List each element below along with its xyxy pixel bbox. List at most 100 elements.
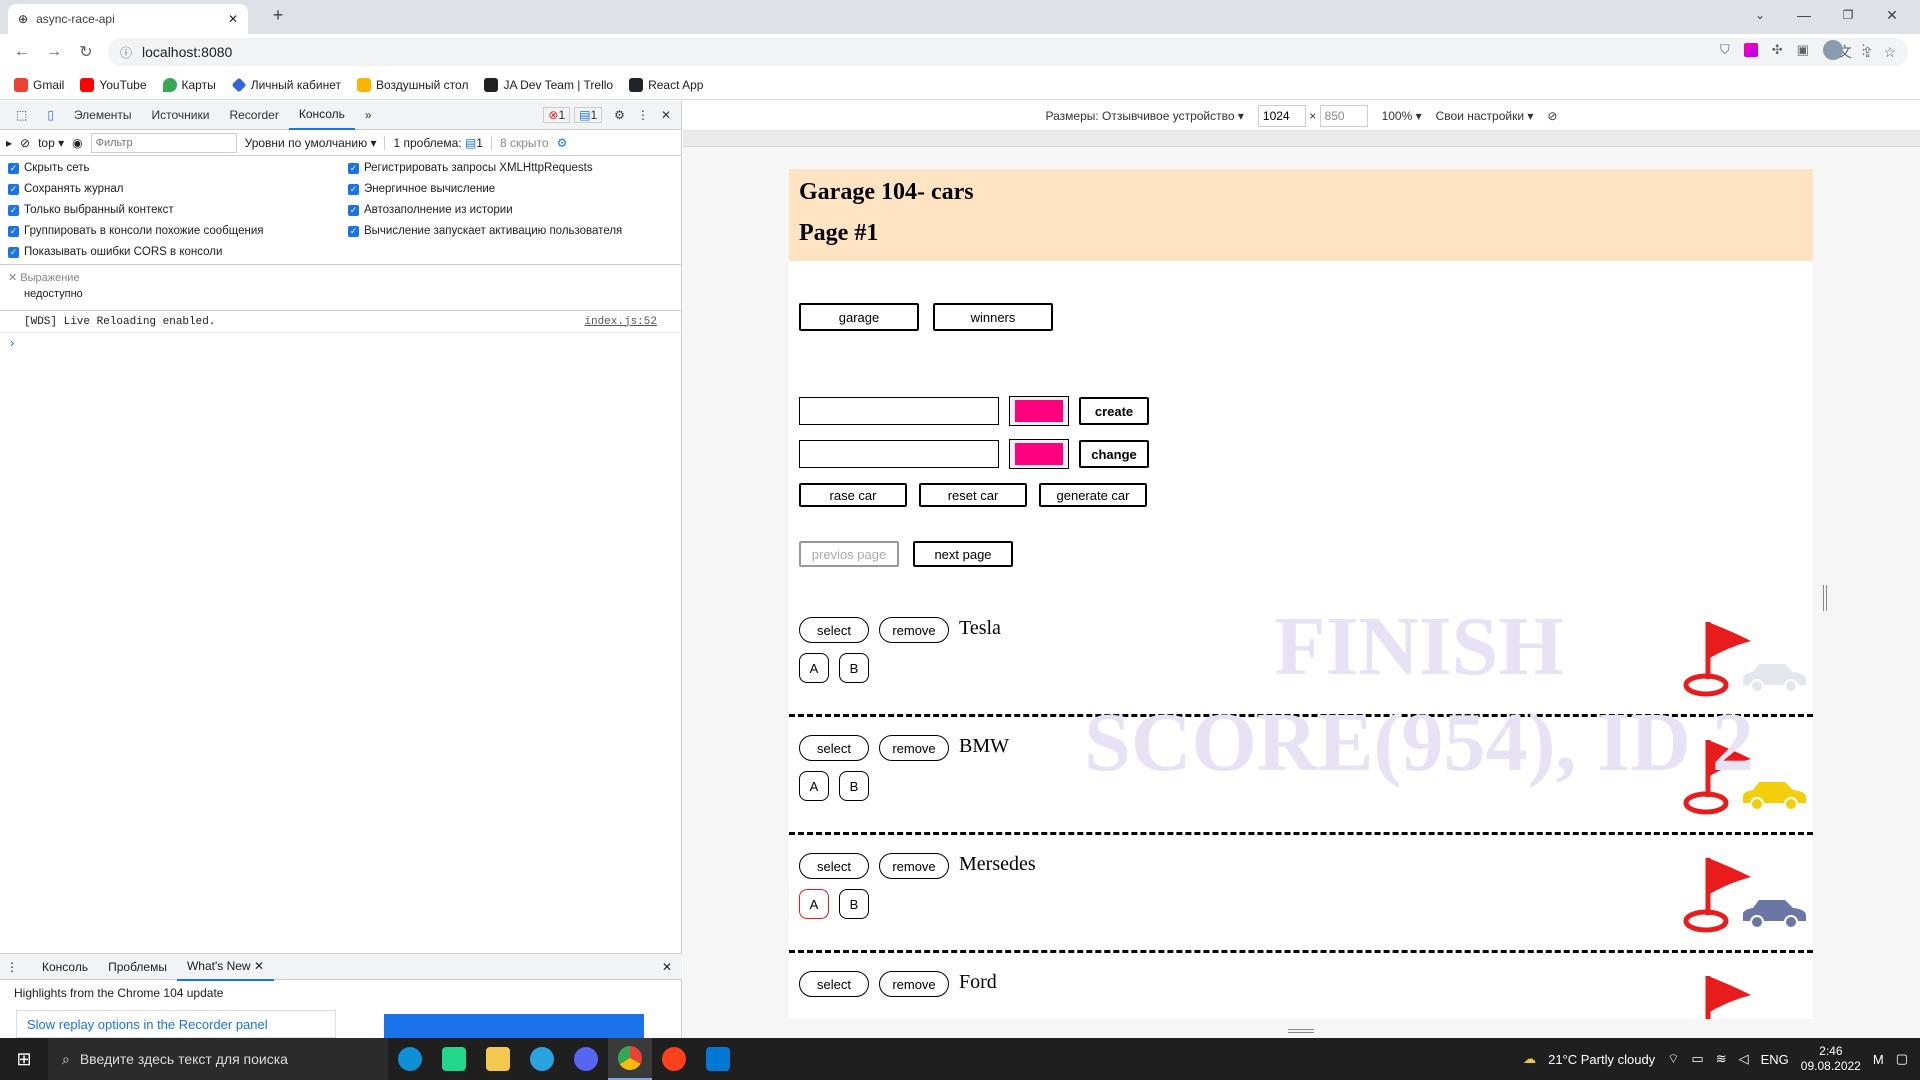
resize-handle-bottom[interactable]: [1288, 1029, 1314, 1033]
checkbox-checked-icon[interactable]: ✓: [8, 183, 19, 195]
checkbox-checked-icon[interactable]: ✓: [348, 162, 359, 174]
omnibox[interactable]: ⓘ localhost:8080 文 ⇪ ☆: [108, 38, 1908, 66]
error-badge[interactable]: ⊗1: [543, 107, 571, 123]
language-indicator[interactable]: ENG: [1761, 1052, 1789, 1067]
extension-color-icon[interactable]: [1743, 43, 1758, 57]
message-badge[interactable]: ▤1: [574, 107, 603, 123]
browser-tab[interactable]: ⊕ async-race-api ✕: [8, 4, 248, 34]
discord-icon[interactable]: [564, 1038, 608, 1080]
puzzle-icon[interactable]: ✣: [1772, 42, 1783, 58]
close-tab-icon[interactable]: ✕: [228, 12, 238, 26]
winners-button[interactable]: winners: [933, 303, 1053, 331]
setting-group-similar[interactable]: ✓ Группировать в консоли похожие сообщени…: [8, 225, 348, 237]
garage-button[interactable]: garage: [799, 303, 919, 331]
edge-icon[interactable]: [388, 1038, 432, 1080]
bookmark-gmail[interactable]: Gmail: [14, 77, 64, 92]
wifi-icon[interactable]: ≋: [1716, 1051, 1727, 1067]
viewport-height-input[interactable]: [1319, 104, 1368, 127]
sidepanel-icon[interactable]: ▣: [1797, 42, 1809, 58]
setting-autocomplete[interactable]: ✓ Автозаполнение из истории: [348, 204, 688, 216]
console-prompt-icon[interactable]: ›: [0, 333, 681, 352]
new-tab-button[interactable]: +: [256, 0, 300, 30]
bookmark-star-icon[interactable]: ☆: [1883, 44, 1896, 61]
file-explorer-icon[interactable]: [476, 1038, 520, 1080]
setting-cors-errors[interactable]: ✓ Показывать ошибки CORS в консоли: [8, 246, 348, 258]
battery-icon[interactable]: ▭: [1691, 1051, 1703, 1067]
devtools-menu-icon[interactable]: ⋮: [637, 108, 649, 122]
forward-icon[interactable]: →: [38, 36, 70, 68]
checkbox-checked-icon[interactable]: ✓: [8, 204, 19, 216]
tab-search-icon[interactable]: ⌄: [1738, 0, 1782, 30]
sidebar-toggle-icon[interactable]: ▸: [6, 136, 12, 150]
console-settings-icon[interactable]: ⚙: [557, 136, 568, 150]
pycharm-icon[interactable]: [432, 1038, 476, 1080]
reset-button[interactable]: reset car: [919, 483, 1027, 507]
setting-hide-network[interactable]: ✓ Скрыть сеть: [8, 162, 348, 174]
setting-log-xhr[interactable]: ✓ Регистрировать запросы XMLHttpRequests: [348, 162, 688, 174]
checkbox-checked-icon[interactable]: ✓: [8, 225, 19, 237]
select-button[interactable]: select: [799, 971, 869, 997]
tab-sources[interactable]: Источники: [142, 101, 220, 130]
minimize-button[interactable]: —: [1782, 0, 1826, 30]
bookmark-maps[interactable]: Карты: [162, 77, 216, 92]
close-expression-icon[interactable]: ✕: [8, 272, 20, 284]
resize-handle-right[interactable]: [1823, 585, 1827, 611]
vscode-icon[interactable]: [696, 1038, 740, 1080]
tab-elements[interactable]: Элементы: [64, 101, 142, 130]
drawer-tab-issues[interactable]: Проблемы: [98, 952, 177, 981]
setting-user-activation[interactable]: ✓ Вычисление запускает активацию пользова…: [348, 225, 688, 237]
stop-engine-button[interactable]: B: [839, 653, 869, 683]
next-page-button[interactable]: next page: [913, 541, 1013, 567]
app-logo-icon[interactable]: M: [1873, 1052, 1884, 1067]
change-color-picker[interactable]: [1009, 439, 1069, 469]
context-select[interactable]: top ▾: [38, 136, 64, 150]
drawer-link[interactable]: Slow replay options in the Recorder pane…: [16, 1010, 336, 1038]
dimensions-select[interactable]: Размеры: Отзывчивое устройство ▾: [1046, 109, 1244, 123]
remove-button[interactable]: remove: [879, 853, 949, 879]
setting-preserve-log[interactable]: ✓ Сохранять журнал: [8, 183, 348, 195]
generate-button[interactable]: generate car: [1039, 483, 1147, 507]
select-button[interactable]: select: [799, 617, 869, 643]
shield-icon[interactable]: ⛉: [1720, 42, 1730, 58]
close-tab-icon[interactable]: ✕: [254, 959, 264, 973]
drawer-menu-icon[interactable]: ⋮: [6, 960, 32, 974]
tab-console[interactable]: Консоль: [288, 101, 355, 130]
reload-icon[interactable]: ↻: [70, 36, 102, 68]
checkbox-checked-icon[interactable]: ✓: [348, 183, 359, 195]
tab-recorder[interactable]: Recorder: [219, 101, 288, 130]
issues-button[interactable]: 1 проблема: ▤1: [384, 135, 483, 150]
viewport-width-input[interactable]: [1257, 104, 1306, 127]
stop-engine-button[interactable]: B: [839, 889, 869, 919]
maximize-button[interactable]: ❐: [1826, 0, 1870, 30]
clear-console-icon[interactable]: ⊘: [20, 136, 30, 150]
checkbox-checked-icon[interactable]: ✓: [8, 162, 19, 174]
network-icon[interactable]: ⌔: [1667, 1051, 1679, 1067]
inspect-icon[interactable]: ⬚: [6, 101, 37, 130]
device-toggle-icon[interactable]: ▯: [37, 101, 64, 130]
notifications-icon[interactable]: ▢: [1896, 1051, 1908, 1067]
create-button[interactable]: create: [1079, 397, 1149, 425]
close-window-button[interactable]: ✕: [1870, 0, 1914, 30]
race-button[interactable]: rase car: [799, 483, 907, 507]
remove-button[interactable]: remove: [879, 617, 949, 643]
setting-eager-eval[interactable]: ✓ Энергичное вычисление: [348, 183, 688, 195]
yandex-icon[interactable]: [652, 1038, 696, 1080]
menu-dots-icon[interactable]: ⋮: [1857, 42, 1870, 58]
bookmark-youtube[interactable]: YouTube: [80, 77, 147, 92]
weather-text[interactable]: 21°C Partly cloudy: [1548, 1052, 1655, 1067]
back-icon[interactable]: ←: [6, 36, 38, 68]
remove-button[interactable]: remove: [879, 735, 949, 761]
levels-select[interactable]: Уровни по умолчанию ▾: [245, 136, 377, 150]
taskbar-search[interactable]: ⌕ Введите здесь текст для поиска: [48, 1038, 388, 1080]
settings-gear-icon[interactable]: ⚙: [614, 108, 625, 122]
create-name-input[interactable]: [799, 397, 999, 425]
close-drawer-icon[interactable]: ✕: [662, 960, 682, 974]
more-tabs-icon[interactable]: »: [355, 101, 382, 130]
rotate-icon[interactable]: ⊘: [1547, 109, 1557, 123]
log-source-link[interactable]: index.js:52: [584, 316, 657, 328]
telegram-icon[interactable]: [520, 1038, 564, 1080]
bookmark-cabinet[interactable]: Личный кабинет: [231, 77, 341, 92]
create-color-picker[interactable]: [1009, 396, 1069, 426]
weather-icon[interactable]: ☁: [1523, 1051, 1536, 1067]
previous-page-button[interactable]: previos page: [799, 541, 899, 567]
